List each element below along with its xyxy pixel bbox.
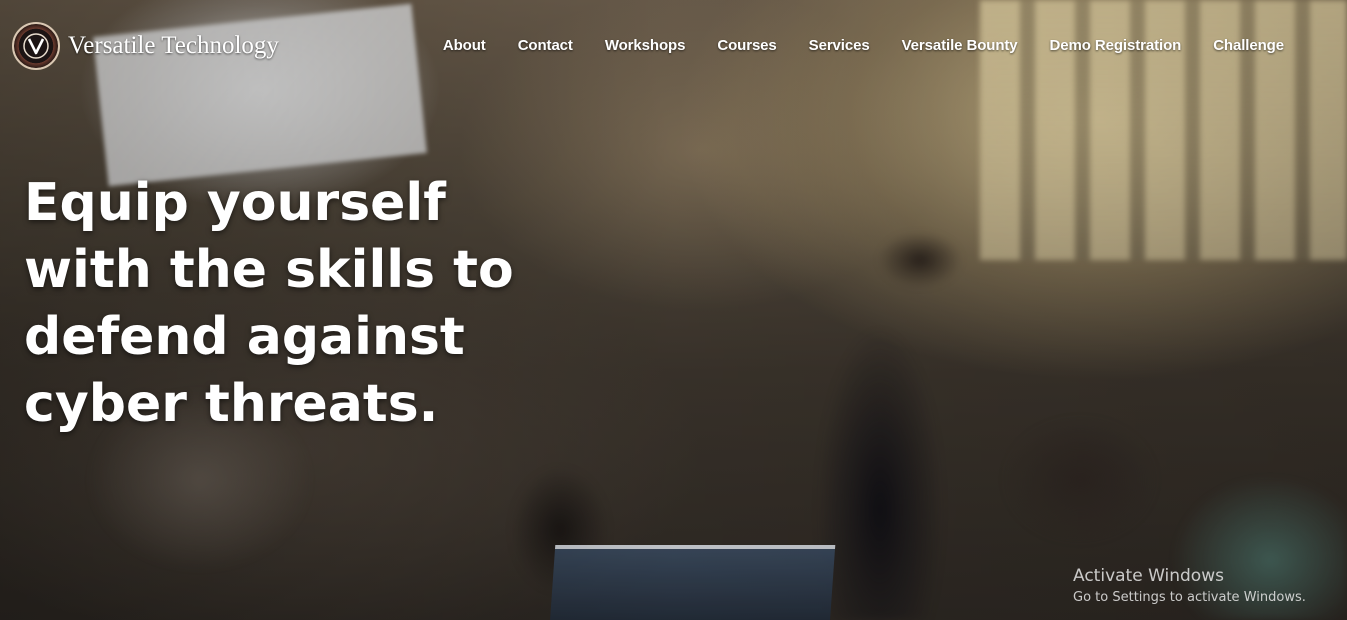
- brand-logo[interactable]: Versatile Technology: [12, 22, 279, 70]
- nav-courses[interactable]: Courses: [717, 37, 776, 54]
- nav-versatile-bounty[interactable]: Versatile Bounty: [902, 37, 1018, 54]
- main-navigation: About Contact Workshops Courses Services…: [411, 37, 1284, 54]
- versatile-logo-icon: [12, 22, 60, 70]
- watermark-subtitle: Go to Settings to activate Windows.: [1073, 590, 1306, 605]
- windows-activation-watermark: Activate Windows Go to Settings to activ…: [1073, 566, 1306, 605]
- nav-about[interactable]: About: [443, 37, 486, 54]
- nav-services[interactable]: Services: [809, 37, 870, 54]
- hero-headline: Equip yourself with the skills to defend…: [24, 173, 514, 434]
- nav-contact[interactable]: Contact: [518, 37, 573, 54]
- watermark-title: Activate Windows: [1073, 566, 1224, 586]
- nav-workshops[interactable]: Workshops: [605, 37, 686, 54]
- v-emblem-icon: [23, 33, 49, 59]
- nav-demo-registration[interactable]: Demo Registration: [1050, 37, 1182, 54]
- site-header: Versatile Technology About Contact Works…: [0, 0, 1347, 92]
- nav-challenge[interactable]: Challenge: [1213, 37, 1284, 54]
- brand-name: Versatile Technology: [68, 32, 279, 59]
